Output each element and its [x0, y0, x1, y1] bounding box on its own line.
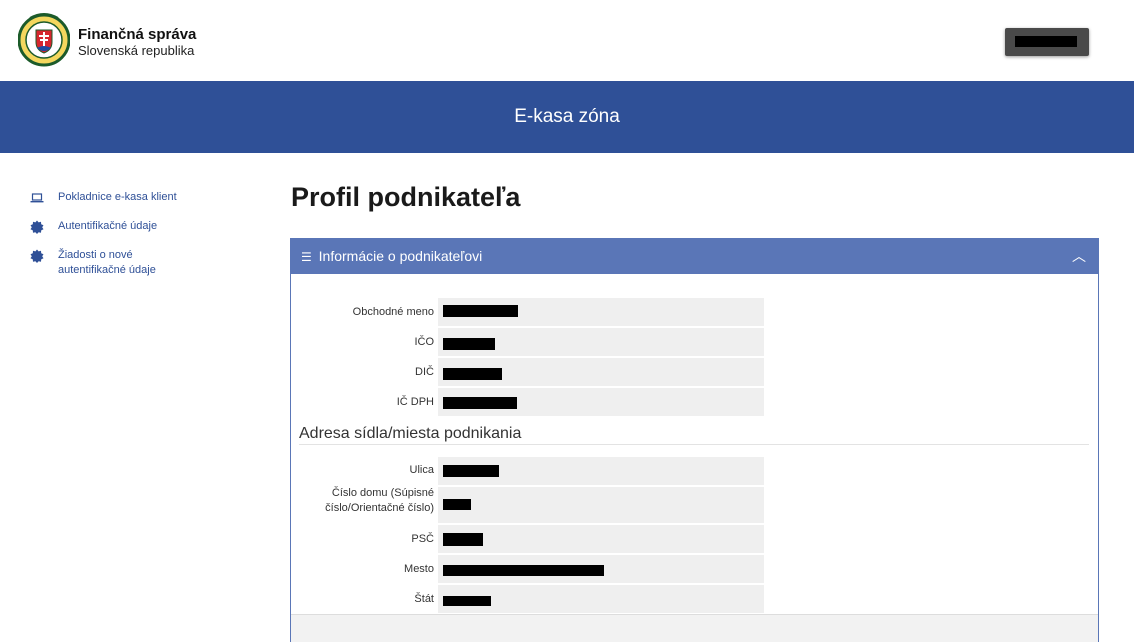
address-section-title: Adresa sídla/miesta podnikania [299, 425, 522, 442]
panel-footer [291, 614, 1098, 642]
field-value [438, 298, 764, 326]
field-value [438, 457, 764, 485]
redacted-value [443, 499, 471, 510]
field-label: Ulica [409, 464, 434, 476]
field-value [438, 388, 764, 416]
field-value [438, 555, 764, 583]
brand-subtitle: Slovenská republika [78, 43, 195, 58]
panel-header[interactable]: ☰ Informácie o podnikateľovi ︿ [291, 239, 1098, 274]
financna-sprava-logo[interactable] [18, 10, 70, 70]
sidebar-item-autentifikacne-udaje[interactable]: Autentifikačné údaje [30, 219, 220, 234]
section-divider [299, 444, 1089, 445]
sidebar-nav: Pokladnice e-kasa klient Autentifikačné … [30, 190, 220, 292]
redacted-user-name [1015, 36, 1077, 47]
seal-icon [30, 220, 44, 234]
redacted-value [443, 565, 604, 576]
redacted-value [443, 338, 495, 350]
field-label: IČO [414, 336, 434, 348]
redacted-value [443, 596, 491, 606]
chevron-up-icon[interactable]: ︿ [1072, 239, 1086, 274]
redacted-value [443, 397, 517, 409]
zone-banner: E-kasa zóna [0, 81, 1134, 153]
field-value [438, 487, 764, 523]
field-label: Mesto [404, 563, 434, 575]
sidebar-item-label: Žiadosti o nové autentifikačné údaje [58, 249, 156, 276]
field-value [438, 585, 764, 613]
sidebar-item-pokladnice[interactable]: Pokladnice e-kasa klient [30, 190, 220, 205]
redacted-value [443, 533, 483, 546]
laptop-icon [30, 193, 44, 203]
page-title: Profil podnikateľa [291, 182, 521, 212]
field-value [438, 328, 764, 356]
field-label: PSČ [411, 533, 434, 545]
redacted-value [443, 305, 518, 317]
business-info-panel: ☰ Informácie o podnikateľovi ︿ Obchodné … [290, 238, 1099, 642]
brand-title: Finančná správa [78, 26, 197, 43]
redacted-value [443, 368, 502, 380]
sidebar-item-ziadosti[interactable]: Žiadosti o nové autentifikačné údaje [30, 248, 220, 278]
field-label: IČ DPH [396, 396, 434, 408]
sidebar-item-label: Pokladnice e-kasa klient [58, 191, 177, 203]
list-icon: ☰ [301, 250, 312, 264]
top-header: Finančná správa Slovenská republika [0, 0, 1134, 80]
user-account-button[interactable] [1005, 28, 1089, 56]
sidebar-item-label: Autentifikačné údaje [58, 220, 158, 232]
seal-icon [30, 249, 44, 263]
field-label: DIČ [415, 366, 434, 378]
field-label: Číslo domu (Súpisné číslo/Orientačné čís… [325, 487, 434, 514]
field-value [438, 358, 764, 386]
field-label: Štát [414, 593, 434, 605]
field-value [438, 525, 764, 553]
field-label: Obchodné meno [352, 306, 434, 318]
redacted-value [443, 465, 499, 477]
panel-title: Informácie o podnikateľovi [318, 248, 483, 264]
